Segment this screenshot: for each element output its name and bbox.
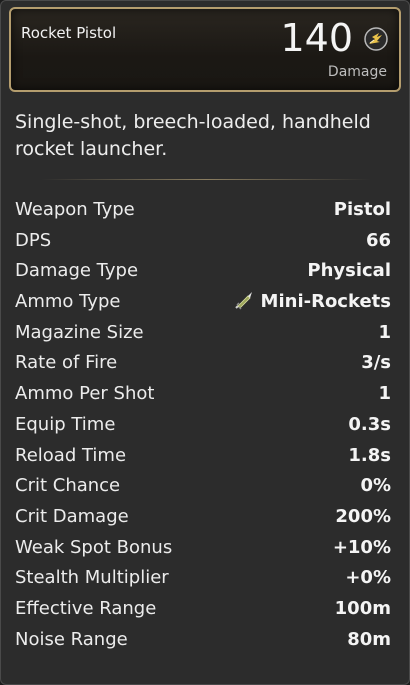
stat-value: 80m bbox=[347, 628, 391, 650]
stat-label: Crit Chance bbox=[15, 475, 121, 497]
stat-value: 3/s bbox=[361, 352, 391, 374]
stat-value-with-icon: Mini-Rockets bbox=[233, 287, 391, 317]
stat-value: 100m bbox=[334, 597, 391, 619]
stat-row-ammo-type: Ammo Type Mini-Rockets bbox=[15, 287, 391, 318]
weapon-tooltip: Rocket Pistol 140 Damage Single-shot, br… bbox=[0, 0, 410, 685]
stat-row-crit-chance: Crit Chance 0% bbox=[15, 471, 391, 502]
stat-row-ammo-per-shot: Ammo Per Shot 1 bbox=[15, 379, 391, 410]
stat-label: Equip Time bbox=[15, 413, 116, 435]
weapon-name: Rocket Pistol bbox=[21, 24, 117, 42]
stat-label: Noise Range bbox=[15, 628, 128, 650]
stat-value: Pistol bbox=[333, 199, 391, 220]
rocket-ammo-icon bbox=[234, 292, 252, 310]
stat-row-magazine-size: Magazine Size 1 bbox=[15, 318, 391, 349]
stat-label: Crit Damage bbox=[15, 505, 129, 527]
stats-list: Weapon Type Pistol DPS 66 Damage Type Ph… bbox=[15, 195, 391, 655]
stat-row-reload-time: Reload Time 1.8s bbox=[15, 441, 391, 472]
weapon-header: Rocket Pistol 140 Damage bbox=[9, 7, 401, 92]
ammo-type-value: Mini-Rockets bbox=[260, 291, 391, 313]
stat-value: 1.8s bbox=[348, 444, 391, 466]
stat-label: Magazine Size bbox=[15, 321, 144, 343]
stat-row-weak-spot-bonus: Weak Spot Bonus +10% bbox=[15, 533, 391, 564]
stat-row-dps: DPS 66 bbox=[15, 226, 391, 257]
stat-value: +10% bbox=[332, 536, 391, 558]
stat-value: 200% bbox=[335, 505, 391, 527]
stat-row-stealth-multiplier: Stealth Multiplier +0% bbox=[15, 563, 391, 594]
stat-row-weapon-type: Weapon Type Pistol bbox=[15, 195, 391, 226]
stat-row-rate-of-fire: Rate of Fire 3/s bbox=[15, 348, 391, 379]
stat-row-crit-damage: Crit Damage 200% bbox=[15, 502, 391, 533]
stat-label: Weak Spot Bonus bbox=[15, 536, 173, 558]
stat-value: 0.3s bbox=[348, 413, 391, 435]
stat-label: Stealth Multiplier bbox=[15, 567, 169, 589]
stat-row-equip-time: Equip Time 0.3s bbox=[15, 410, 391, 441]
stat-value: +0% bbox=[345, 567, 391, 589]
divider bbox=[41, 179, 371, 180]
burst-icon bbox=[364, 27, 388, 51]
weapon-description: Single-shot, breech-loaded, handheld roc… bbox=[15, 111, 371, 160]
damage-label: Damage bbox=[327, 64, 387, 80]
stat-row-noise-range: Noise Range 80m bbox=[15, 625, 391, 656]
stat-value: 1 bbox=[378, 383, 391, 405]
stat-label: DPS bbox=[15, 229, 52, 251]
stat-row-damage-type: Damage Type Physical bbox=[15, 256, 391, 287]
stat-row-effective-range: Effective Range 100m bbox=[15, 594, 391, 625]
stat-label: Effective Range bbox=[15, 597, 157, 619]
stat-label: Ammo Type bbox=[15, 291, 121, 313]
stat-label: Ammo Per Shot bbox=[15, 383, 155, 405]
stat-value: 0% bbox=[360, 475, 391, 497]
stat-label: Reload Time bbox=[15, 444, 127, 466]
stat-label: Rate of Fire bbox=[15, 352, 118, 374]
damage-value: 140 bbox=[280, 16, 353, 60]
stat-value: 1 bbox=[378, 321, 391, 343]
stat-label: Weapon Type bbox=[15, 199, 135, 220]
stat-label: Damage Type bbox=[15, 260, 139, 282]
stat-value: Physical bbox=[307, 260, 391, 282]
stat-value: 66 bbox=[365, 229, 391, 251]
